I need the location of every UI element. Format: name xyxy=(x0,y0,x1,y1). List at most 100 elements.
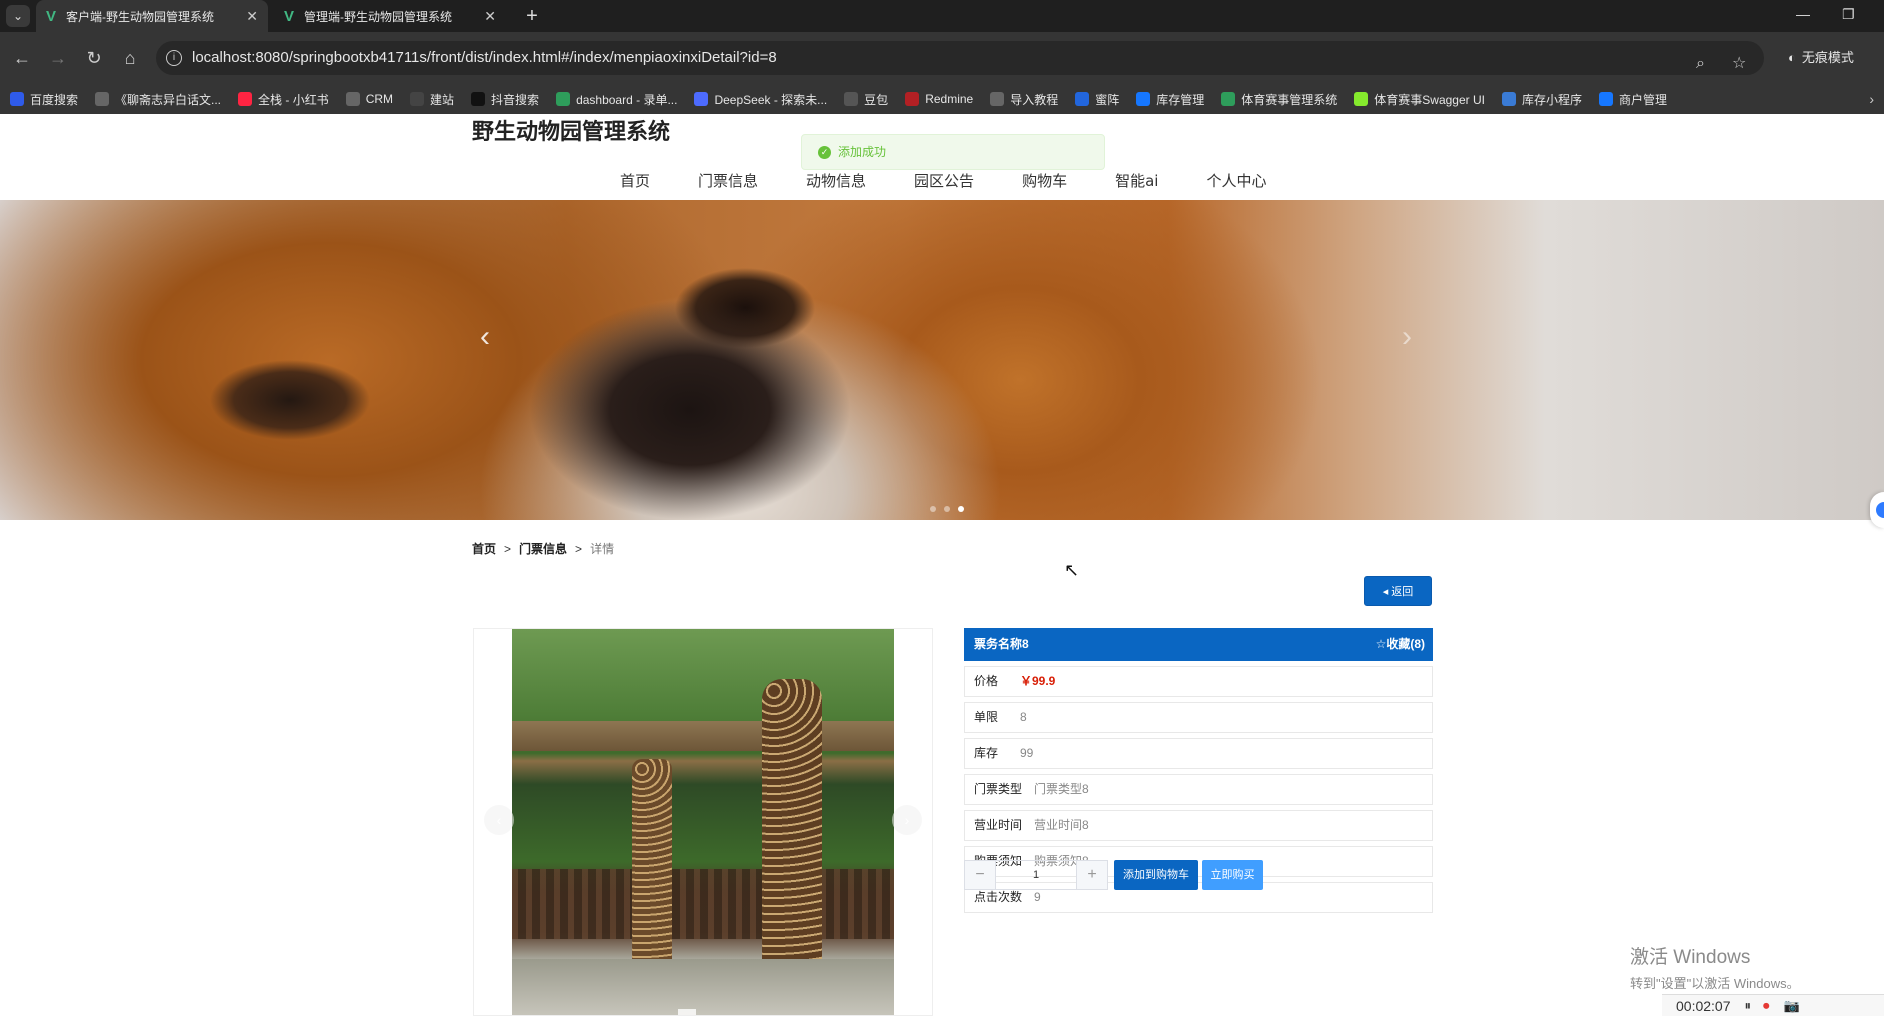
bookmark-item[interactable]: Redmine xyxy=(905,92,973,106)
bookmark-item[interactable]: 建站 xyxy=(410,91,454,108)
paw-icon xyxy=(10,92,24,106)
nav-notices[interactable]: 园区公告 xyxy=(914,170,974,191)
home-icon[interactable]: ⌂ xyxy=(118,46,142,70)
carousel-dot[interactable] xyxy=(930,506,936,512)
favorite-button[interactable]: ☆收藏(8) xyxy=(1376,628,1425,661)
bookmark-item[interactable]: 库存管理 xyxy=(1136,91,1204,108)
bookmark-item[interactable]: 体育赛事管理系统 xyxy=(1221,91,1337,108)
favorite-label: 收藏(8) xyxy=(1386,637,1425,651)
bookmark-label: 体育赛事Swagger UI xyxy=(1374,92,1485,107)
back-button[interactable]: ◂ 返回 xyxy=(1364,576,1432,606)
chevron-right-icon[interactable]: › xyxy=(1869,84,1874,114)
bookmark-item[interactable]: 《聊斋志异白话文... xyxy=(95,91,221,108)
ticket-image-carousel[interactable]: ‹ › xyxy=(473,628,933,1016)
bookmark-item[interactable]: 蜜阵 xyxy=(1075,91,1119,108)
buy-now-button[interactable]: 立即购买 xyxy=(1202,860,1263,890)
banner-carousel[interactable]: ‹ › xyxy=(0,200,1884,520)
bookmark-item[interactable]: 抖音搜索 xyxy=(471,91,539,108)
bookmark-item[interactable]: 豆包 xyxy=(844,91,888,108)
toast-message: 添加成功 xyxy=(838,145,887,159)
nav-profile[interactable]: 个人中心 xyxy=(1206,170,1266,191)
close-icon[interactable]: ✕ xyxy=(484,8,496,25)
breadcrumb-tickets[interactable]: 门票信息 xyxy=(519,542,567,556)
bookmark-item[interactable]: 全栈 - 小红书 xyxy=(238,91,329,108)
bookmark-item[interactable]: 商户管理 xyxy=(1599,91,1667,108)
bookmark-item[interactable]: 导入教程 xyxy=(990,91,1058,108)
restore-icon[interactable]: ❐ xyxy=(1842,6,1855,23)
gallery-prev-icon[interactable]: ‹ xyxy=(484,805,514,835)
floating-widget[interactable] xyxy=(1870,492,1884,528)
breadcrumb-separator: > xyxy=(575,542,583,556)
zoom-icon[interactable]: ⌕ xyxy=(1696,47,1705,81)
stop-record-icon[interactable]: ⏺ xyxy=(1763,998,1770,1014)
triangle-icon xyxy=(1501,92,1516,106)
carousel-dot-active[interactable] xyxy=(958,506,964,512)
nav-home[interactable]: 首页 xyxy=(620,170,650,191)
tab-search-button[interactable]: ⌄ xyxy=(6,5,30,27)
windows-activation-watermark: 激活 Windows 转到"设置"以激活 Windows。 xyxy=(1630,942,1800,992)
bookmark-label: 全栈 - 小红书 xyxy=(258,92,329,107)
add-to-cart-button[interactable]: 添加到购物车 xyxy=(1114,860,1198,890)
info-icon[interactable]: i xyxy=(166,50,182,66)
purchase-bar: − 1 + 添加到购物车 立即购买 xyxy=(964,860,1263,890)
nav-cart[interactable]: 购物车 xyxy=(1022,170,1067,191)
incognito-icon: ◐ xyxy=(1788,50,1796,65)
bookmark-item[interactable]: DeepSeek - 探索未... xyxy=(694,91,827,108)
camera-icon[interactable]: 📷 xyxy=(1784,998,1800,1014)
address-bar[interactable]: i localhost:8080/springbootxb41711s/fron… xyxy=(156,41,1764,75)
bookmark-item[interactable]: 库存小程序 xyxy=(1501,91,1582,108)
close-icon[interactable]: ✕ xyxy=(246,8,258,25)
nav-ai[interactable]: 智能ai xyxy=(1115,170,1158,191)
nav-tickets[interactable]: 门票信息 xyxy=(698,170,758,191)
carousel-next-icon[interactable]: › xyxy=(1402,320,1412,354)
bookmark-label: 豆包 xyxy=(864,92,889,107)
decrease-button[interactable]: − xyxy=(965,861,995,889)
tab-admin[interactable]: V 管理端-野生动物园管理系统 ✕ xyxy=(274,0,506,32)
back-arrow-icon[interactable]: ← xyxy=(10,46,34,70)
bookmark-star-icon[interactable]: ☆ xyxy=(1732,47,1746,81)
price-value: ￥99.9 xyxy=(1020,674,1056,688)
whale-icon xyxy=(694,92,709,106)
shield-icon xyxy=(1075,92,1090,106)
globe-icon xyxy=(95,92,110,106)
new-tab-button[interactable]: + xyxy=(520,4,544,28)
row-label: 营业时间 xyxy=(974,818,1023,832)
gallery-indicator[interactable] xyxy=(678,1009,696,1015)
browser-toolbar: ← → ↻ ⌂ i localhost:8080/springbootxb417… xyxy=(0,32,1884,84)
pause-icon[interactable]: ⏸ xyxy=(1745,998,1752,1014)
increase-button[interactable]: + xyxy=(1077,861,1107,889)
bookmark-label: CRM xyxy=(365,92,394,106)
incognito-indicator[interactable]: ◐ 无痕模式 xyxy=(1788,41,1854,75)
carousel-indicators xyxy=(930,506,964,512)
bookmark-label: 导入教程 xyxy=(1010,92,1059,107)
minimize-icon[interactable]: — xyxy=(1796,6,1810,22)
ticket-name: 票务名称8 xyxy=(974,637,1029,651)
breadcrumb-home[interactable]: 首页 xyxy=(472,542,496,556)
bookmark-item[interactable]: dashboard - 录单... xyxy=(556,91,677,108)
bookmark-item[interactable]: 百度搜索 xyxy=(10,91,78,108)
forward-arrow-icon[interactable]: → xyxy=(46,46,70,70)
quantity-input[interactable]: 1 xyxy=(995,861,1077,889)
bookmark-label: 《聊斋志异白话文... xyxy=(115,92,222,107)
carousel-prev-icon[interactable]: ‹ xyxy=(480,320,490,354)
tab-client[interactable]: V 客户端-野生动物园管理系统 ✕ xyxy=(36,0,268,32)
tiktok-icon xyxy=(471,92,486,106)
row-label: 门票类型 xyxy=(974,782,1023,796)
detail-row-stock: 库存 99 xyxy=(964,738,1433,769)
site-title: 野生动物园管理系统 xyxy=(472,120,671,145)
bookmark-item[interactable]: 体育赛事Swagger UI xyxy=(1354,91,1485,108)
redbook-icon xyxy=(238,92,253,106)
giraffe-photo xyxy=(512,629,894,1015)
browser-tab-strip: ⌄ V 客户端-野生动物园管理系统 ✕ V 管理端-野生动物园管理系统 ✕ + … xyxy=(0,0,1884,32)
bookmark-item[interactable]: CRM xyxy=(345,92,394,106)
caret-left-icon: ◂ xyxy=(1382,586,1392,598)
reload-icon[interactable]: ↻ xyxy=(82,46,106,70)
detail-row-hours: 营业时间 营业时间8 xyxy=(964,810,1433,841)
carousel-dot[interactable] xyxy=(944,506,950,512)
globe-icon xyxy=(345,92,360,106)
nav-animals[interactable]: 动物信息 xyxy=(806,170,866,191)
swagger-icon xyxy=(1354,92,1369,106)
star-icon: ☆ xyxy=(1375,637,1387,651)
gallery-next-icon[interactable]: › xyxy=(892,805,922,835)
mouse-cursor-icon: ↖ xyxy=(1064,560,1080,580)
